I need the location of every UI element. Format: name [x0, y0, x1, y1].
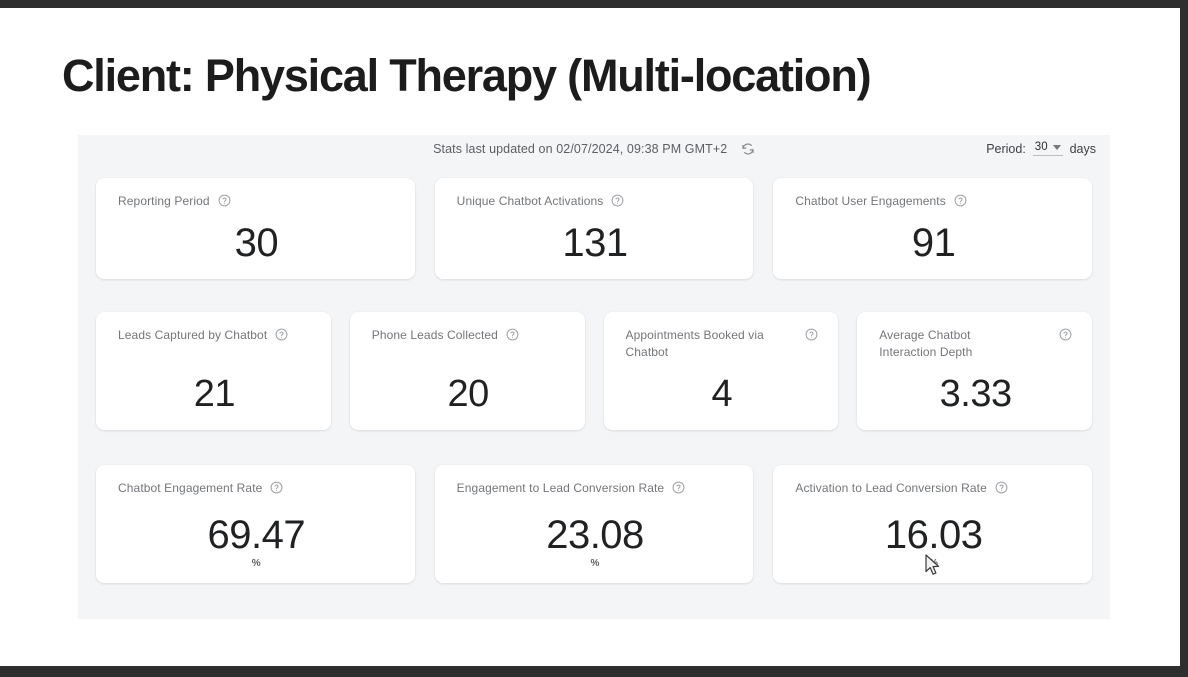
card-value-wrap: 131: [457, 212, 734, 267]
analytics-dashboard-panel: Stats last updated on 02/07/2024, 09:38 …: [78, 135, 1110, 619]
help-circle-icon[interactable]: [954, 194, 967, 212]
help-circle-icon[interactable]: [270, 481, 283, 499]
card-value: 69.47: [207, 513, 306, 557]
metric-card-chatbot-engagement-rate[interactable]: Chatbot Engagement Rate 69.47 %: [96, 465, 415, 583]
card-header: Appointments Booked via Chatbot: [626, 327, 819, 361]
card-label: Engagement to Lead Conversion Rate: [456, 481, 665, 495]
help-circle-icon[interactable]: [506, 328, 519, 346]
card-header: Phone Leads Collected: [372, 327, 565, 346]
card-value: 131: [562, 221, 628, 265]
card-value: 3.33: [939, 373, 1012, 415]
card-value-wrap: 91: [795, 212, 1072, 267]
page-content: Client: Physical Therapy (Multi-location…: [0, 8, 1180, 666]
help-circle-icon[interactable]: [275, 328, 288, 346]
card-label: Unique Chatbot Activations: [456, 194, 604, 208]
page-title: Client: Physical Therapy (Multi-location…: [62, 50, 872, 101]
card-header: Reporting Period: [118, 193, 395, 212]
dashboard-topbar: Stats last updated on 02/07/2024, 09:38 …: [78, 135, 1110, 171]
card-label: Appointments Booked via Chatbot: [625, 328, 764, 359]
metric-card-appointments-booked-via-chatbot[interactable]: Appointments Booked via Chatbot 4: [603, 312, 839, 430]
period-unit-label: days: [1069, 141, 1096, 156]
metric-card-reporting-period[interactable]: Reporting Period 30: [96, 178, 415, 279]
metric-card-engagement-to-lead-conversion-rate[interactable]: Engagement to Lead Conversion Rate 23.08…: [434, 465, 754, 583]
card-label: Chatbot User Engagements: [795, 194, 946, 208]
card-header: Chatbot User Engagements: [795, 193, 1072, 212]
metric-card-leads-captured-by-chatbot[interactable]: Leads Captured by Chatbot 21: [96, 312, 331, 430]
help-circle-icon[interactable]: [995, 481, 1008, 499]
card-header: Activation to Lead Conversion Rate: [795, 480, 1072, 499]
help-circle-icon[interactable]: [611, 194, 624, 212]
stats-last-updated: Stats last updated on 02/07/2024, 09:38 …: [78, 142, 1110, 159]
card-value-wrap: 20: [372, 346, 565, 418]
period-label: Period:: [986, 141, 1026, 156]
metric-row-1: Reporting Period 30 Unique Chatbot Activ…: [78, 178, 1110, 279]
card-value: 4: [711, 373, 733, 415]
metric-card-average-chatbot-interaction-depth[interactable]: Average Chatbot Interaction Depth 3.33: [857, 312, 1092, 430]
metric-card-unique-chatbot-activations[interactable]: Unique Chatbot Activations 131: [434, 178, 754, 279]
refresh-icon[interactable]: [741, 142, 755, 159]
card-value: 30: [234, 221, 279, 265]
card-value-wrap: 4: [626, 361, 819, 418]
card-value: 20: [447, 373, 489, 415]
period-selector[interactable]: Period: 30 days: [986, 141, 1096, 156]
card-header: Unique Chatbot Activations: [457, 193, 734, 212]
stats-last-updated-text: Stats last updated on 02/07/2024, 09:38 …: [433, 142, 728, 156]
card-label: Phone Leads Collected: [371, 328, 498, 342]
help-circle-icon[interactable]: [805, 328, 818, 346]
period-dropdown[interactable]: 30: [1032, 141, 1063, 156]
card-value-unit: %: [590, 558, 600, 569]
card-value-wrap: 21: [118, 346, 311, 418]
card-value: 91: [911, 221, 956, 265]
card-value-wrap: 3.33: [879, 361, 1072, 418]
card-label: Chatbot Engagement Rate: [118, 481, 263, 495]
metric-card-activation-to-lead-conversion-rate[interactable]: Activation to Lead Conversion Rate 16.03…: [773, 465, 1093, 583]
metric-row-2: Leads Captured by Chatbot 21 Phone Leads…: [78, 312, 1110, 430]
metric-card-chatbot-user-engagements[interactable]: Chatbot User Engagements 91: [773, 178, 1093, 279]
help-circle-icon[interactable]: [1059, 328, 1072, 346]
card-value: 21: [193, 373, 236, 415]
card-value-wrap: 23.08 %: [457, 499, 734, 571]
card-label: Reporting Period: [118, 194, 210, 208]
card-value: 23.08: [546, 513, 644, 557]
card-label: Activation to Lead Conversion Rate: [795, 481, 987, 495]
chevron-down-icon: [1052, 144, 1061, 150]
metric-row-3: Chatbot Engagement Rate 69.47 % Engageme…: [78, 465, 1110, 583]
period-dropdown-value: 30: [1034, 141, 1048, 153]
metric-card-phone-leads-collected[interactable]: Phone Leads Collected 20: [349, 312, 585, 430]
card-value-wrap: 69.47 %: [118, 499, 395, 571]
card-value-unit: %: [929, 558, 939, 569]
card-header: Average Chatbot Interaction Depth: [879, 327, 1072, 361]
card-value: 16.03: [884, 513, 983, 557]
card-header: Engagement to Lead Conversion Rate: [457, 480, 734, 499]
window-frame-right: [1180, 0, 1188, 677]
card-header: Leads Captured by Chatbot: [118, 327, 311, 346]
card-label: Average Chatbot Interaction Depth: [879, 328, 973, 359]
window-frame-top: [0, 0, 1188, 8]
card-label: Leads Captured by Chatbot: [118, 328, 268, 342]
card-value-unit: %: [251, 558, 261, 569]
window-frame-bottom: [0, 666, 1188, 677]
card-value-wrap: 16.03 %: [795, 499, 1072, 571]
help-circle-icon[interactable]: [672, 481, 685, 499]
help-circle-icon[interactable]: [218, 194, 231, 212]
card-header: Chatbot Engagement Rate: [118, 480, 395, 499]
card-value-wrap: 30: [118, 212, 395, 267]
